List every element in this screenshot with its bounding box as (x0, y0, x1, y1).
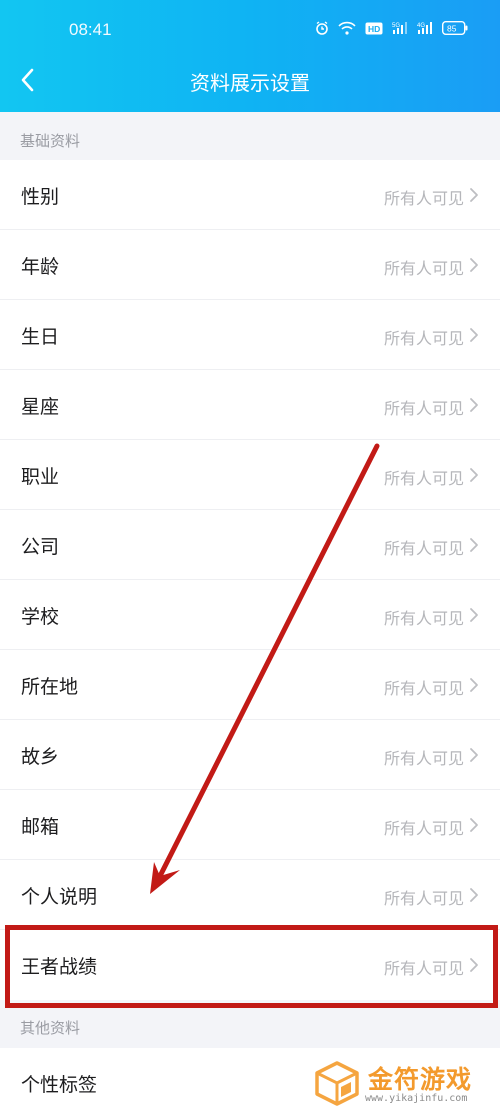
item-label: 性别 (21, 186, 60, 208)
visibility-value: 所有人可见 (383, 819, 464, 838)
alarm-icon (315, 21, 329, 35)
list-item[interactable]: 年龄 所有人可见 (0, 230, 500, 300)
list-item[interactable]: 学校 所有人可见 (0, 580, 500, 650)
watermark-url: www.yikajinfu.com (365, 1093, 468, 1104)
list-item[interactable]: 邮箱 所有人可见 (0, 790, 500, 860)
list-item[interactable]: 性别 所有人可见 (0, 160, 500, 230)
list-item[interactable]: 生日 所有人可见 (0, 300, 500, 370)
watermark: 金符游戏 www.yikajinfu.com (313, 1060, 498, 1110)
visibility-value: 所有人可见 (383, 609, 464, 628)
visibility-value: 所有人可见 (383, 399, 464, 418)
page-title: 资料展示设置 (190, 71, 310, 95)
item-label: 年龄 (21, 256, 60, 278)
status-bar: 08:41 HD 5G 4G 85 (0, 0, 500, 55)
visibility-value: 所有人可见 (383, 469, 464, 488)
list-item[interactable]: 个人说明 所有人可见 (0, 860, 500, 930)
item-label: 故乡 (21, 746, 60, 768)
list-item[interactable]: 所在地 所有人可见 (0, 650, 500, 720)
item-label: 职业 (21, 466, 60, 488)
item-label: 学校 (21, 606, 60, 628)
svg-text:HD: HD (368, 24, 380, 34)
list-item[interactable]: 职业 所有人可见 (0, 440, 500, 510)
chevron-right-icon (470, 188, 478, 202)
chevron-right-icon (470, 608, 478, 622)
header: 08:41 HD 5G 4G 85 资料展示设置 (0, 0, 500, 112)
item-label: 生日 (21, 326, 60, 348)
visibility-value: 所有人可见 (383, 329, 464, 348)
item-label: 个人说明 (21, 886, 98, 908)
visibility-value: 所有人可见 (383, 679, 464, 698)
visibility-value: 所有人可见 (383, 259, 464, 278)
chevron-right-icon (470, 818, 478, 832)
section-header-other: 其他资料 (0, 1008, 500, 1048)
chevron-right-icon (470, 398, 478, 412)
svg-text:4G: 4G (417, 23, 425, 29)
battery-icon: 85 (442, 21, 468, 35)
watermark-brand: 金符游戏 (368, 1065, 473, 1094)
visibility-value: 所有人可见 (383, 539, 464, 558)
list-item[interactable]: 公司 所有人可见 (0, 510, 500, 580)
nav-bar: 资料展示设置 (0, 55, 500, 112)
visibility-value: 所有人可见 (383, 189, 464, 208)
chevron-right-icon (470, 258, 478, 272)
section-header-basic: 基础资料 (0, 112, 500, 160)
status-icons: HD 5G 4G 85 (315, 21, 468, 35)
chevron-right-icon (470, 748, 478, 762)
signal-4g-icon: 4G (417, 21, 433, 35)
wifi-icon (338, 21, 356, 35)
hd-icon: HD (365, 22, 383, 35)
item-label: 公司 (21, 536, 60, 558)
item-label: 个性标签 (21, 1074, 98, 1096)
cube-logo-icon (315, 1061, 359, 1106)
svg-text:85: 85 (447, 24, 457, 34)
chevron-right-icon (470, 538, 478, 552)
item-label: 所在地 (21, 676, 79, 698)
visibility-value: 所有人可见 (383, 889, 464, 908)
visibility-value: 所有人可见 (383, 749, 464, 768)
highlight-box (5, 925, 498, 1008)
item-label: 邮箱 (21, 816, 60, 838)
chevron-right-icon (470, 328, 478, 342)
svg-text:5G: 5G (392, 23, 400, 29)
chevron-right-icon (470, 468, 478, 482)
chevron-right-icon (470, 888, 478, 902)
list-item[interactable]: 星座 所有人可见 (0, 370, 500, 440)
status-time: 08:41 (69, 20, 112, 39)
chevron-right-icon (470, 678, 478, 692)
item-label: 星座 (21, 396, 60, 418)
list-item[interactable]: 故乡 所有人可见 (0, 720, 500, 790)
signal-5g-icon: 5G (392, 21, 408, 35)
